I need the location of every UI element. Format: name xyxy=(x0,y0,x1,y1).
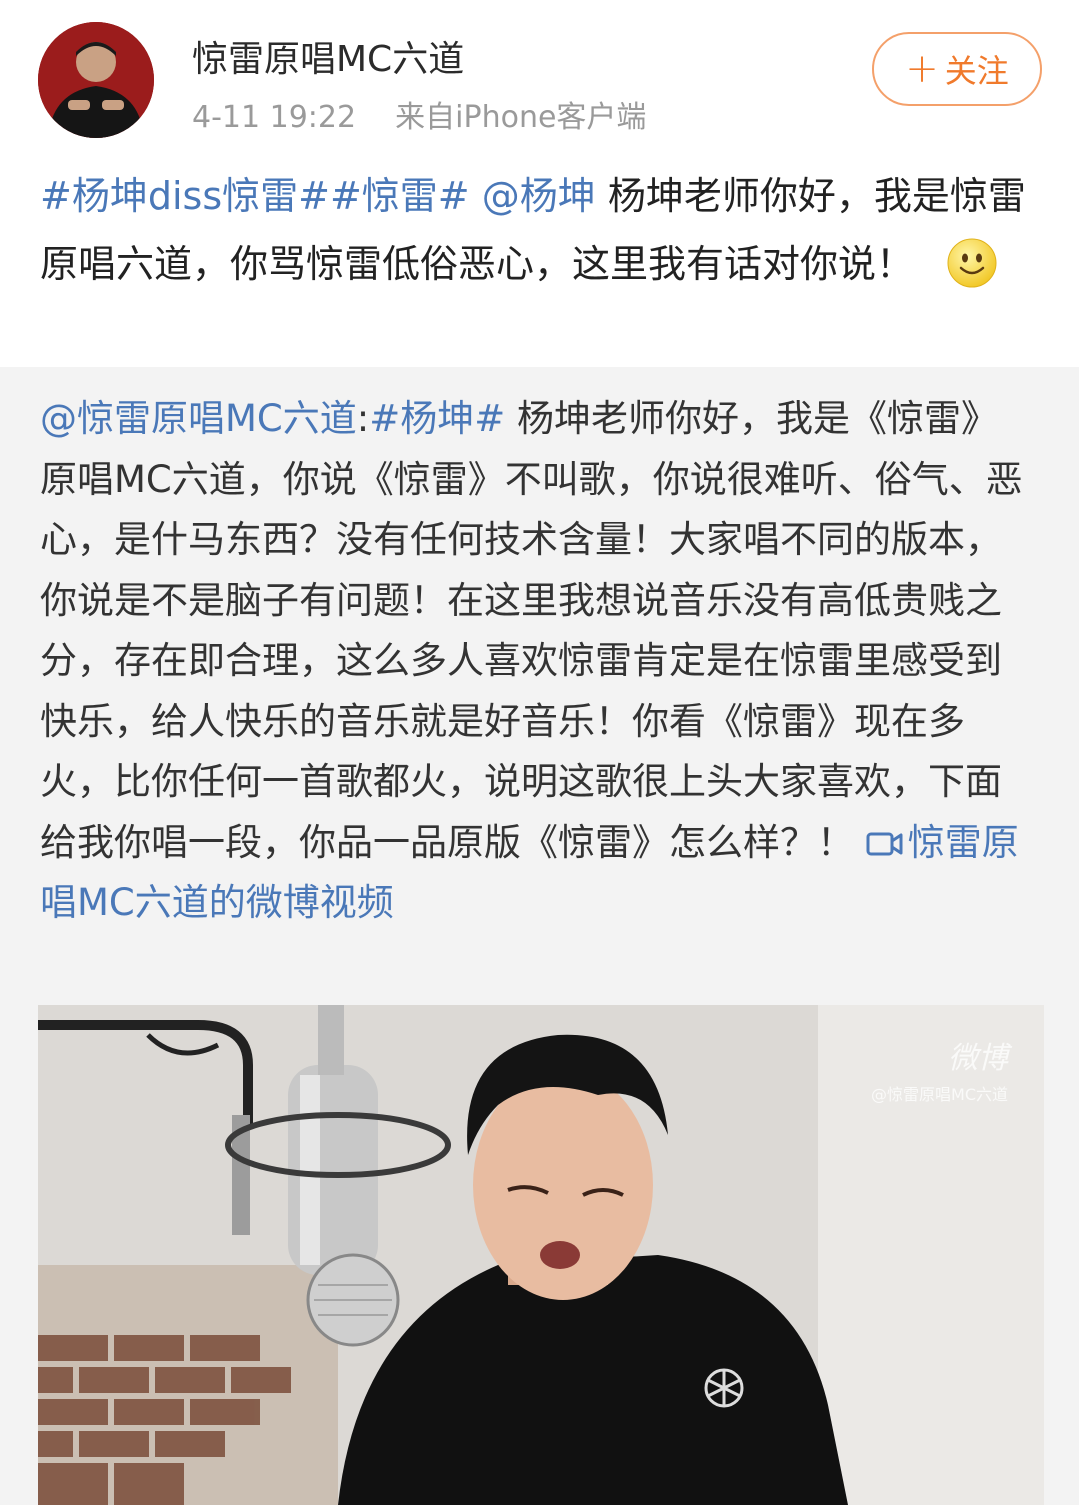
post-source: iPhone客户端 xyxy=(455,100,647,135)
post-header: 惊雷原唱MC六道 4-11 19:22 来自iPhone客户端 + 关注 xyxy=(0,0,1079,150)
repost-colon: : xyxy=(356,397,370,440)
follow-button[interactable]: + 关注 xyxy=(872,32,1042,106)
source-prefix: 来自 xyxy=(395,100,456,135)
follow-label: 关注 xyxy=(944,52,1009,90)
post-meta: 4-11 19:22 来自iPhone客户端 xyxy=(192,92,646,136)
plus-icon: + xyxy=(905,46,939,92)
weibo-logo: 微博 xyxy=(948,1041,1008,1076)
post-time: 4-11 19:22 xyxy=(192,100,357,135)
username[interactable]: 惊雷原唱MC六道 xyxy=(192,30,464,82)
video-watermark: 微博 @惊雷原唱MC六道 xyxy=(871,1033,1008,1105)
post-body: #杨坤diss惊雷##惊雷# @杨坤 杨坤老师你好，我是惊雷原唱六道，你骂惊雷低… xyxy=(40,162,1040,298)
hashtag-link[interactable]: #杨坤# xyxy=(369,397,505,440)
smile-emoji-icon xyxy=(947,238,997,288)
repost-author-link[interactable]: @惊雷原唱MC六道 xyxy=(40,397,357,440)
video-player[interactable]: 微博 @惊雷原唱MC六道 xyxy=(38,1005,1044,1505)
repost-body: @惊雷原唱MC六道:#杨坤# 杨坤老师你好，我是《惊雷》原唱MC六道，你说《惊雷… xyxy=(40,389,1030,934)
avatar[interactable] xyxy=(38,22,154,138)
video-camera-icon xyxy=(866,832,903,855)
avatar-photo xyxy=(38,22,154,138)
watermark-handle: @惊雷原唱MC六道 xyxy=(871,1085,1008,1104)
mention-link[interactable]: @杨坤 xyxy=(482,174,596,218)
hashtag-link[interactable]: #惊雷# xyxy=(330,174,470,218)
hashtag-link[interactable]: #杨坤diss惊雷# xyxy=(40,174,330,218)
repost-text: 杨坤老师你好，我是《惊雷》原唱MC六道，你说《惊雷》不叫歌，你说很难听、俗气、恶… xyxy=(40,397,1023,864)
repost-card[interactable]: @惊雷原唱MC六道:#杨坤# 杨坤老师你好，我是《惊雷》原唱MC六道，你说《惊雷… xyxy=(0,367,1079,1505)
